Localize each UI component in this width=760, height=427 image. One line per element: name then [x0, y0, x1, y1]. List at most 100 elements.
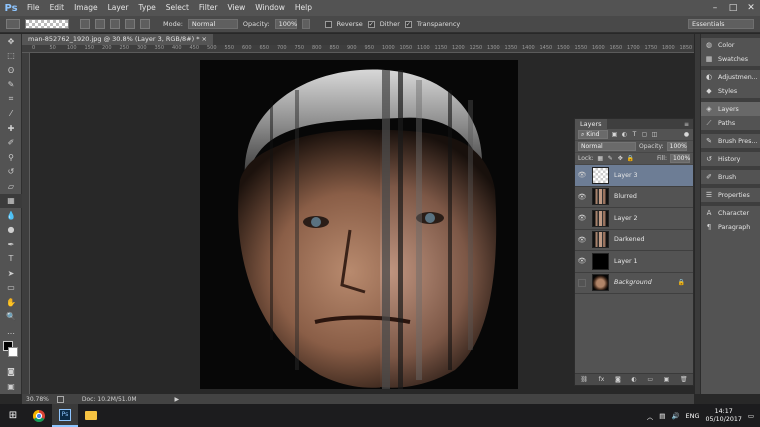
- dock-item-properties[interactable]: ☰ Properties: [701, 188, 760, 202]
- filter-adjustment-icon[interactable]: ◐: [621, 131, 628, 138]
- document-canvas[interactable]: [200, 60, 518, 389]
- dock-item-swatches[interactable]: ▦ Swatches: [701, 52, 760, 66]
- filter-type-icon[interactable]: T: [631, 131, 638, 138]
- angle-gradient-button[interactable]: [110, 19, 120, 29]
- status-arrow-icon[interactable]: ▶: [175, 396, 180, 403]
- reverse-checkbox[interactable]: [324, 20, 332, 28]
- filter-kind-select[interactable]: ⌕ Kind: [578, 130, 608, 139]
- dock-item-brush[interactable]: ✐ Brush: [701, 170, 760, 184]
- maximize-button[interactable]: □: [724, 0, 742, 16]
- filter-shape-icon[interactable]: ▢: [641, 131, 648, 138]
- filter-smart-object-icon[interactable]: ◫: [651, 131, 658, 138]
- dodge-tool-icon[interactable]: ●: [0, 223, 22, 238]
- crop-tool-icon[interactable]: ⌗: [0, 92, 22, 107]
- brush-tool-icon[interactable]: ✐: [0, 136, 22, 151]
- close-button[interactable]: ✕: [742, 0, 760, 16]
- menu-window[interactable]: Window: [250, 0, 290, 16]
- opacity-dropdown[interactable]: [301, 19, 310, 29]
- reflected-gradient-button[interactable]: [125, 19, 135, 29]
- fx-icon[interactable]: fx: [599, 376, 605, 383]
- tool-preset-picker[interactable]: [6, 19, 20, 29]
- fill-field[interactable]: 100%: [670, 154, 690, 163]
- quick-selection-tool-icon[interactable]: ✎: [0, 78, 22, 93]
- menu-view[interactable]: View: [222, 0, 250, 16]
- chrome-icon[interactable]: [26, 404, 52, 427]
- layer-row[interactable]: 👁 Darkened: [575, 230, 693, 251]
- background-color-swatch[interactable]: [8, 346, 18, 357]
- menu-file[interactable]: File: [22, 0, 45, 16]
- trash-icon[interactable]: 🗑: [680, 376, 688, 383]
- quick-mask-icon[interactable]: ◙: [0, 365, 22, 380]
- dock-item-character[interactable]: A Character: [701, 206, 760, 220]
- dock-item-adjustments[interactable]: ◐ Adjustmen...: [701, 70, 760, 84]
- eye-icon[interactable]: 👁: [575, 193, 589, 201]
- filter-pixel-icon[interactable]: ▣: [611, 131, 618, 138]
- language-indicator[interactable]: ENG: [686, 412, 700, 420]
- link-icon[interactable]: ⛓: [580, 376, 588, 383]
- hand-tool-icon[interactable]: ✋: [0, 295, 22, 310]
- menu-layer[interactable]: Layer: [103, 0, 134, 16]
- mode-select[interactable]: Normal: [187, 19, 238, 29]
- dock-item-paragraph[interactable]: ¶ Paragraph: [701, 220, 760, 234]
- lock-all-icon[interactable]: 🔒: [627, 155, 634, 162]
- layer-opacity-field[interactable]: 100%: [666, 142, 687, 151]
- layer-row[interactable]: Background 🔒: [575, 273, 693, 294]
- more-tools-icon[interactable]: …: [0, 324, 22, 339]
- document-tab[interactable]: man-852762_1920.jpg @ 30.8% (Layer 3, RG…: [22, 34, 213, 45]
- mask-icon[interactable]: ◙: [615, 376, 621, 383]
- blend-mode-select[interactable]: Normal: [578, 142, 636, 151]
- dock-item-paths[interactable]: ⟋ Paths: [701, 116, 760, 130]
- zoom-tool-icon[interactable]: 🔍: [0, 310, 22, 325]
- healing-brush-tool-icon[interactable]: ✚: [0, 121, 22, 136]
- pen-tool-icon[interactable]: ✒: [0, 237, 22, 252]
- clone-stamp-tool-icon[interactable]: ⚲: [0, 150, 22, 165]
- marquee-tool-icon[interactable]: ⬚: [0, 49, 22, 64]
- workspace-select[interactable]: Essentials: [688, 19, 754, 29]
- hidden-eye-icon[interactable]: [578, 278, 586, 287]
- radial-gradient-button[interactable]: [95, 19, 105, 29]
- volume-icon[interactable]: 🔊: [671, 412, 679, 420]
- network-icon[interactable]: ▤: [659, 412, 665, 420]
- filter-toggle-icon[interactable]: ●: [683, 131, 690, 138]
- linear-gradient-button[interactable]: [80, 19, 90, 29]
- eye-icon[interactable]: 👁: [575, 171, 589, 179]
- transparency-checkbox[interactable]: ✓: [404, 20, 412, 28]
- dock-item-color[interactable]: ◍ Color: [701, 38, 760, 52]
- gradient-picker[interactable]: [25, 19, 69, 29]
- gradient-tool-icon[interactable]: ▦: [0, 193, 22, 208]
- menu-help[interactable]: Help: [290, 0, 317, 16]
- menu-edit[interactable]: Edit: [45, 0, 70, 16]
- notifications-icon[interactable]: ▭: [748, 412, 754, 420]
- tray-arrow-icon[interactable]: ︿: [647, 411, 654, 421]
- menu-type[interactable]: Type: [134, 0, 161, 16]
- screen-mode-icon[interactable]: ▣: [0, 379, 22, 394]
- layer-row[interactable]: 👁 Layer 2: [575, 208, 693, 230]
- dock-item-history[interactable]: ↺ History: [701, 152, 760, 166]
- tab-layers[interactable]: Layers: [575, 119, 607, 129]
- layer-row[interactable]: 👁 Layer 3: [575, 165, 693, 187]
- eye-icon[interactable]: 👁: [575, 236, 589, 244]
- layer-row[interactable]: 👁 Layer 1: [575, 251, 693, 273]
- clock[interactable]: 14:17 05/10/2017: [706, 408, 742, 424]
- menu-image[interactable]: Image: [69, 0, 103, 16]
- new-layer-icon[interactable]: ▣: [664, 376, 670, 383]
- dock-item-layers[interactable]: ◈ Layers: [701, 102, 760, 116]
- lasso-tool-icon[interactable]: ʘ: [0, 63, 22, 78]
- windows-start-icon[interactable]: ⊞: [0, 404, 26, 427]
- menu-filter[interactable]: Filter: [194, 0, 223, 16]
- lock-image-icon[interactable]: ✎: [607, 155, 614, 162]
- panel-menu-icon[interactable]: ≡: [684, 121, 693, 128]
- layer-row[interactable]: 👁 Blurred: [575, 187, 693, 208]
- eraser-tool-icon[interactable]: ▱: [0, 179, 22, 194]
- eye-icon[interactable]: 👁: [575, 214, 589, 222]
- eye-icon[interactable]: 👁: [575, 257, 589, 265]
- status-icon[interactable]: [56, 395, 64, 403]
- dither-checkbox[interactable]: ✓: [367, 20, 375, 28]
- dock-item-styles[interactable]: ◆ Styles: [701, 84, 760, 98]
- blur-tool-icon[interactable]: 💧: [0, 208, 22, 223]
- minimize-button[interactable]: –: [706, 0, 724, 16]
- zoom-level[interactable]: 30.78%: [26, 396, 49, 403]
- history-brush-tool-icon[interactable]: ↺: [0, 165, 22, 180]
- move-tool-icon[interactable]: ✥: [0, 34, 22, 49]
- dock-item-brush-presets[interactable]: ✎ Brush Pres...: [701, 134, 760, 148]
